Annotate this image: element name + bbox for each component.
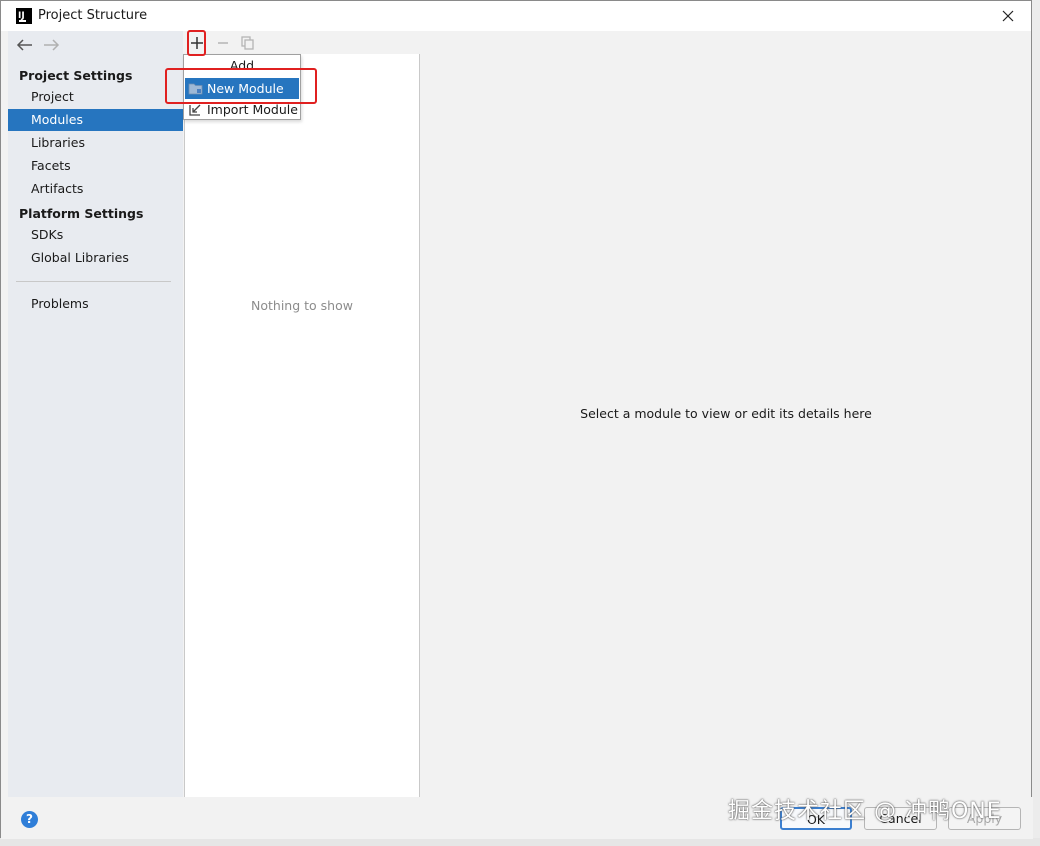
import-icon — [188, 102, 203, 117]
sidebar-item-project[interactable]: Project — [8, 86, 183, 108]
background-edge — [1032, 0, 1040, 846]
project-settings-header: Project Settings — [19, 68, 133, 83]
sidebar-divider — [16, 281, 171, 282]
copy-button[interactable] — [239, 34, 257, 52]
help-button[interactable]: ? — [21, 811, 38, 828]
close-button[interactable] — [997, 5, 1019, 27]
highlight-box-add — [187, 30, 206, 56]
remove-button[interactable] — [214, 34, 232, 52]
title-bar: IJ Project Structure — [1, 1, 1031, 31]
intellij-app-icon: IJ — [16, 8, 32, 24]
settings-sidebar: Project Settings Project Modules Librari… — [8, 31, 183, 797]
sidebar-item-libraries[interactable]: Libraries — [8, 132, 183, 154]
platform-settings-header: Platform Settings — [19, 206, 144, 221]
arrow-right-icon — [44, 39, 60, 51]
back-button[interactable] — [16, 37, 34, 53]
background-edge-bottom — [0, 838, 1040, 846]
menu-item-label: Import Module — [207, 102, 298, 117]
remove-icon — [218, 42, 228, 44]
sidebar-item-problems[interactable]: Problems — [8, 293, 183, 315]
empty-list-text: Nothing to show — [251, 298, 353, 313]
sidebar-item-sdks[interactable]: SDKs — [8, 224, 183, 246]
watermark-text: 掘金技术社区 @ 冲鸭ONE — [728, 799, 1002, 824]
highlight-box-new-module — [165, 68, 317, 104]
sidebar-item-facets[interactable]: Facets — [8, 155, 183, 177]
window-title: Project Structure — [38, 8, 148, 23]
arrow-left-icon — [16, 39, 32, 51]
sidebar-item-modules[interactable]: Modules — [8, 109, 183, 131]
sidebar-item-artifacts[interactable]: Artifacts — [8, 178, 183, 200]
modules-toolbar — [184, 31, 420, 54]
close-icon — [1002, 10, 1014, 22]
forward-button[interactable] — [42, 37, 60, 53]
sidebar-item-global-libraries[interactable]: Global Libraries — [8, 247, 183, 269]
detail-placeholder: Select a module to view or edit its deta… — [580, 406, 872, 421]
modules-list-panel: Nothing to show — [184, 54, 420, 797]
project-structure-dialog: IJ Project Structure Project Settings Pr… — [0, 0, 1033, 839]
nav-arrows — [16, 37, 68, 53]
copy-icon — [241, 36, 254, 50]
